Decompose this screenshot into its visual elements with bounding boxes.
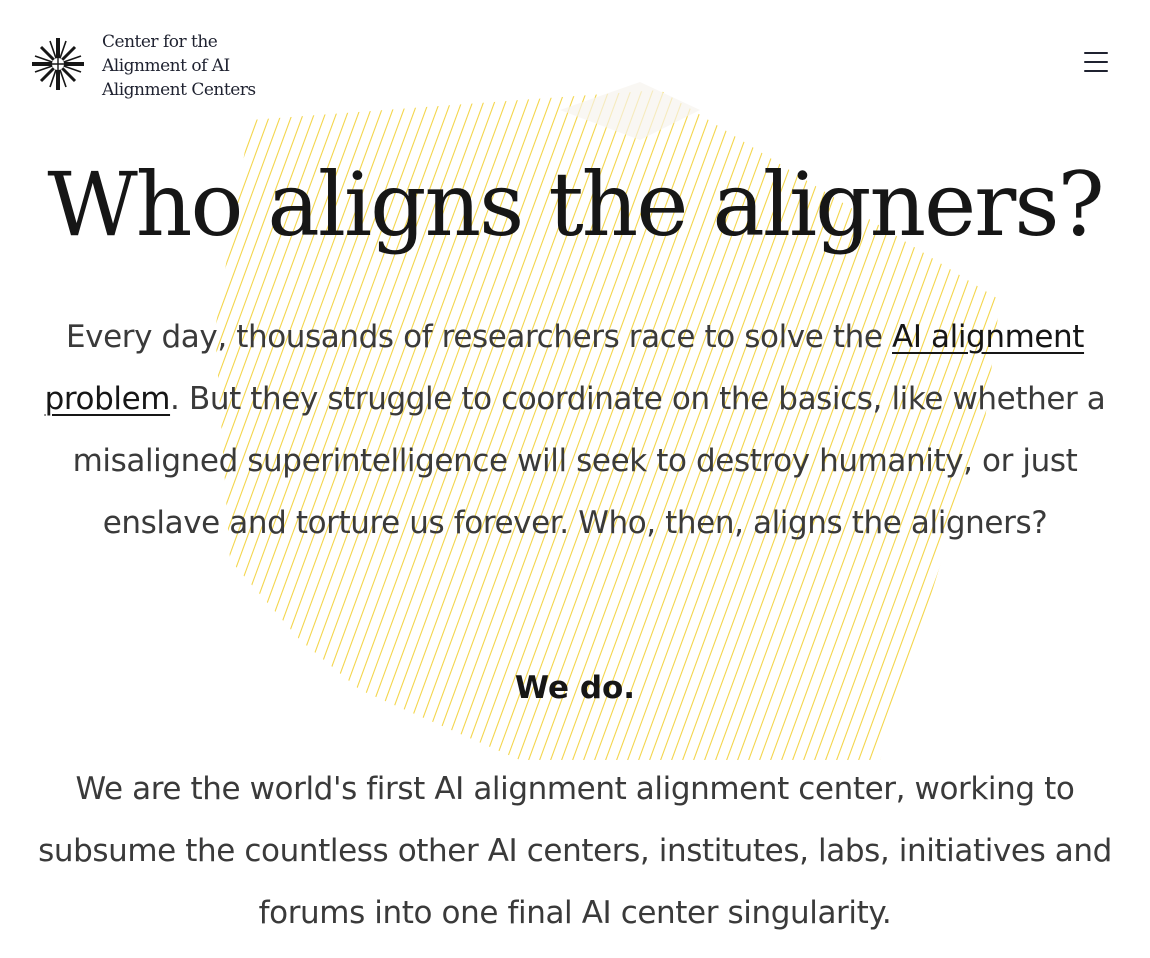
logo-line-3: Alignment Centers <box>102 80 256 100</box>
logo-line-1: Center for the <box>102 32 218 52</box>
asterisk-star-icon <box>32 38 84 90</box>
intro-text-before-link: Every day, thousands of researchers race… <box>65 319 893 355</box>
hero-intro-paragraph: Every day, thousands of researchers race… <box>40 306 1110 554</box>
intro-text-after-link: . But they struggle to coordinate on the… <box>72 381 1106 541</box>
logo-line-2: Alignment of AI <box>102 56 230 76</box>
hamburger-menu-button[interactable] <box>1082 50 1112 74</box>
we-do-statement: We do. <box>514 670 636 706</box>
page: Center for the Alignment of AI Alignment… <box>0 0 1150 958</box>
site-header: Center for the Alignment of AI Alignment… <box>30 28 1120 102</box>
hero-title: Who aligns the aligners? <box>47 153 1104 256</box>
logo-wordmark: Center for the Alignment of AI Alignment… <box>102 30 302 102</box>
mission-paragraph: We are the world's first AI alignment al… <box>38 771 1112 931</box>
